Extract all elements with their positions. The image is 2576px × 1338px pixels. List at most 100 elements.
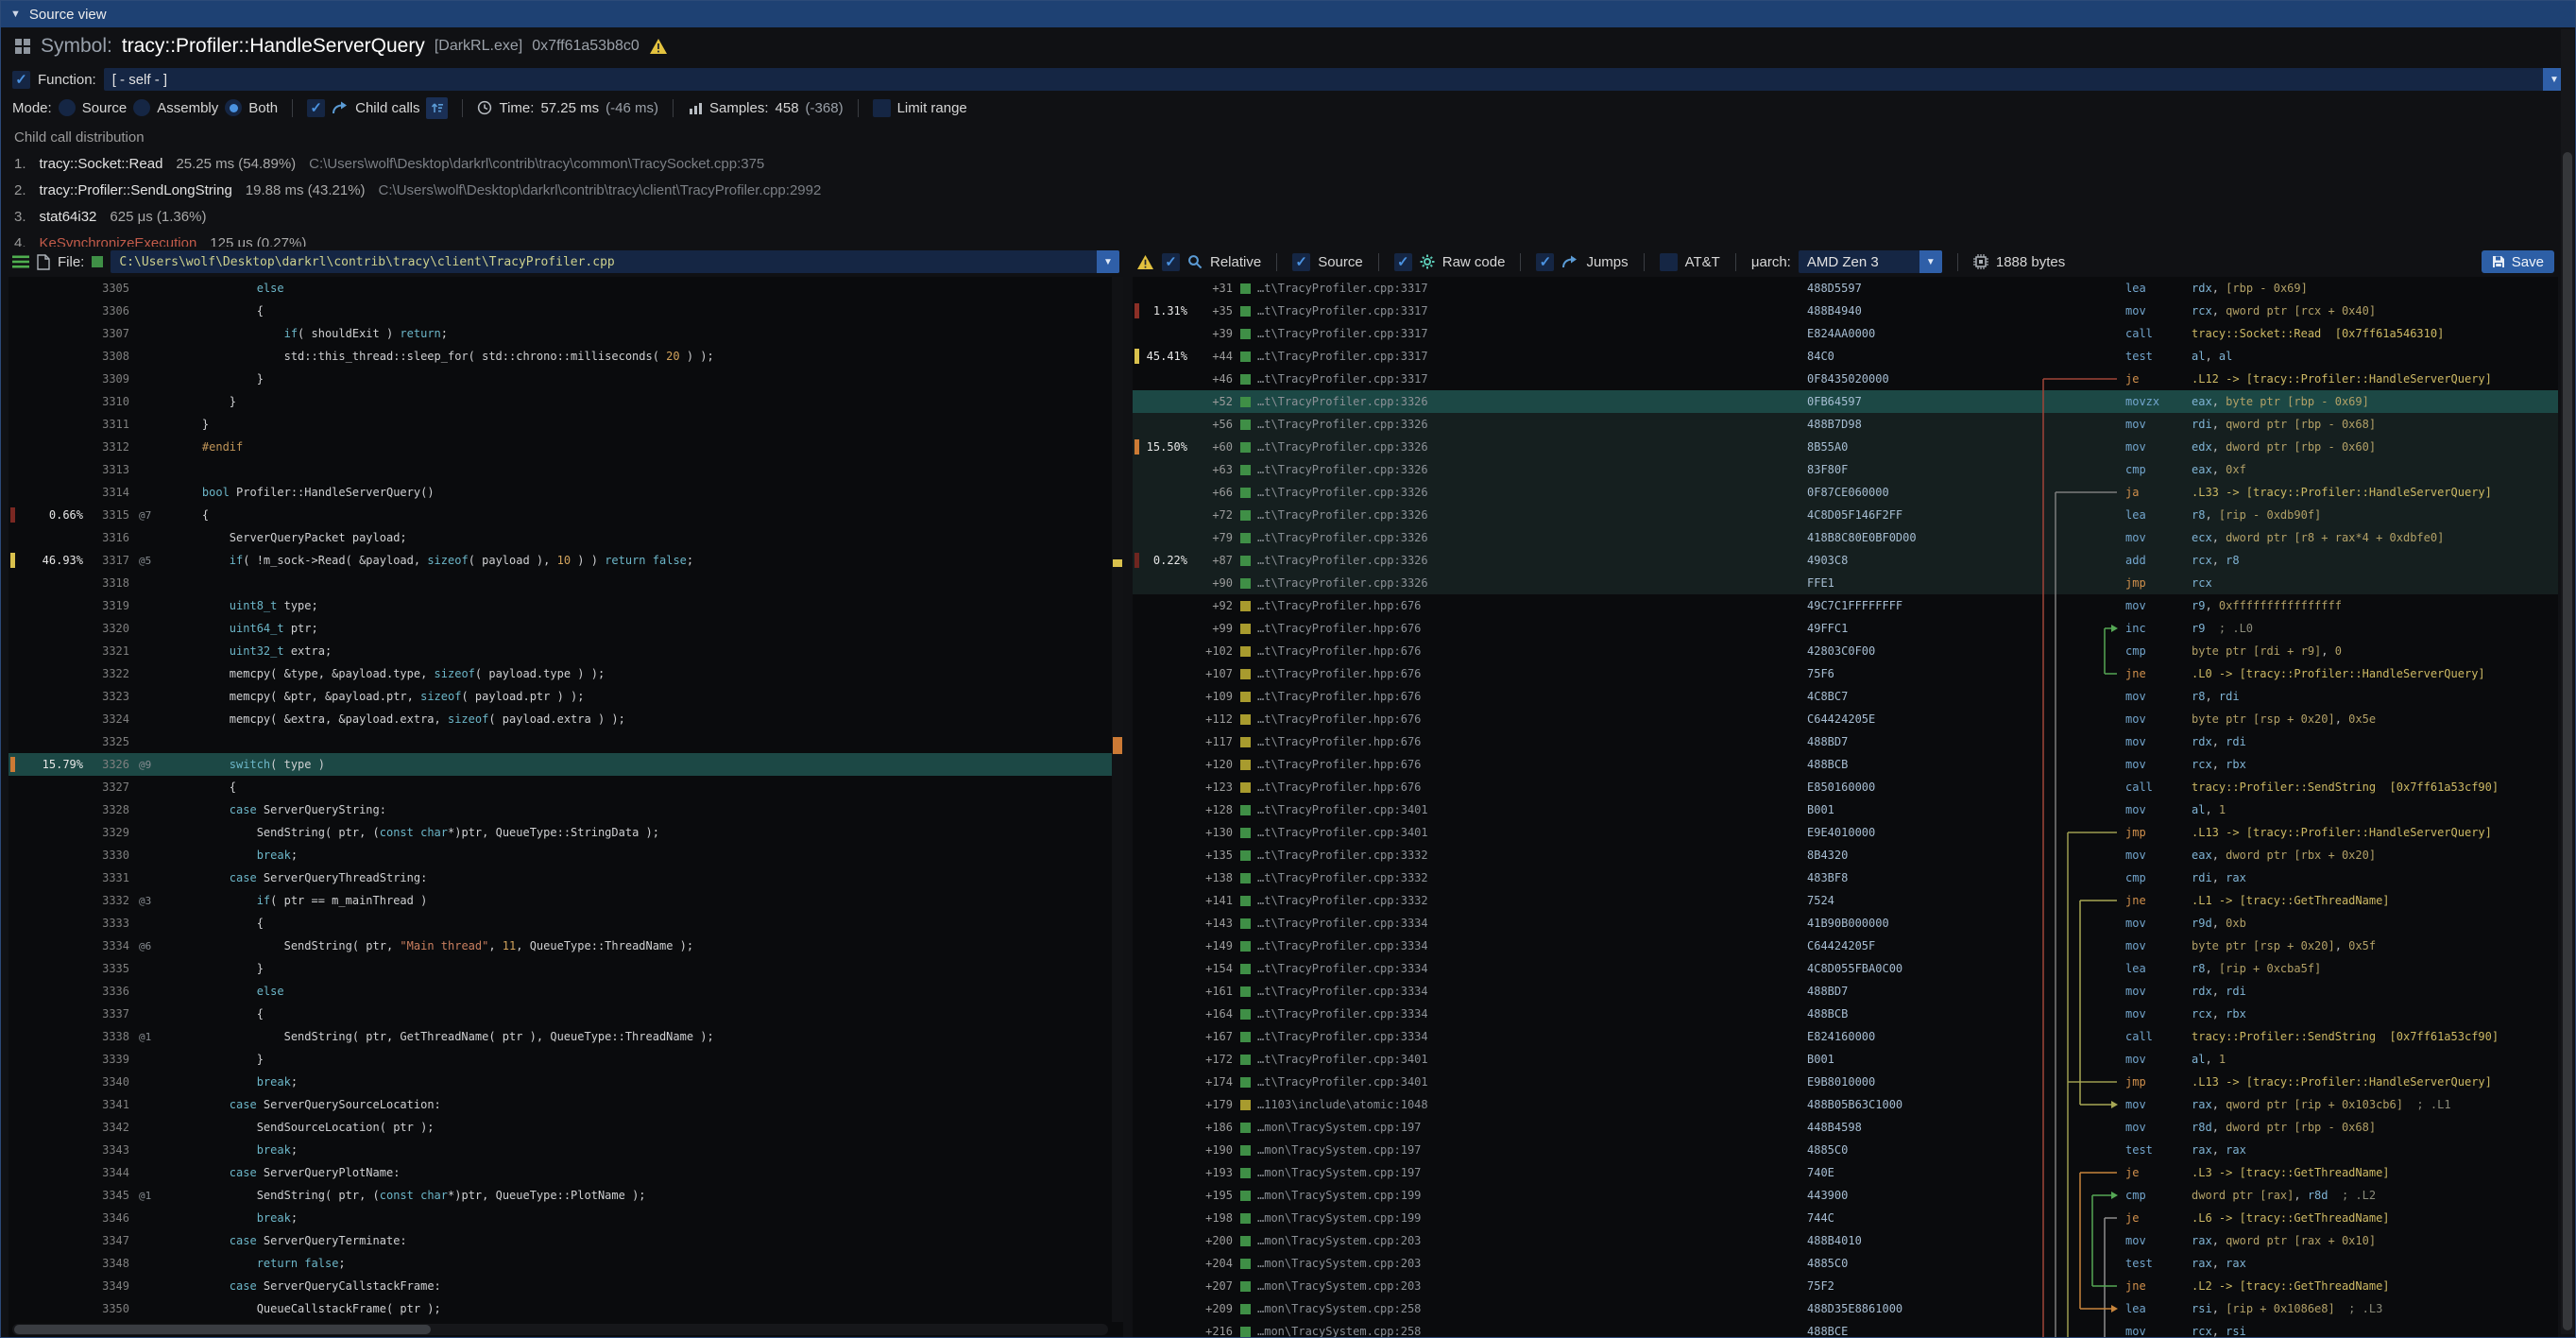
source-line[interactable]: 3347 case ServerQueryTerminate: xyxy=(9,1229,1123,1252)
jumps-checkbox[interactable] xyxy=(1536,253,1554,271)
source-line[interactable]: 3316 ServerQueryPacket payload; xyxy=(9,526,1123,549)
child-calls-checkbox[interactable] xyxy=(307,99,325,117)
source-line[interactable]: 15.79%3326@9 switch( type ) xyxy=(9,753,1123,776)
source-line[interactable]: 3306 { xyxy=(9,300,1123,322)
asm-row[interactable]: +186…mon\TracySystem.cpp:197448B4598movr… xyxy=(1133,1116,2558,1139)
asm-row[interactable]: 45.41%+44…t\TracyProfiler.cpp:331784C0te… xyxy=(1133,345,2558,368)
asm-row[interactable]: +46…t\TracyProfiler.cpp:33170F8435020000… xyxy=(1133,368,2558,390)
limit-range-checkbox[interactable] xyxy=(873,99,891,117)
asm-row[interactable]: +39…t\TracyProfiler.cpp:3317E824AA0000ca… xyxy=(1133,322,2558,345)
source-line[interactable]: 3312 #endif xyxy=(9,436,1123,458)
source-line[interactable]: 3328 case ServerQueryString: xyxy=(9,798,1123,821)
collapse-arrow-icon[interactable]: ▼ xyxy=(10,9,21,20)
file-combo[interactable]: C:\Users\wolf\Desktop\darkrl\contrib\tra… xyxy=(111,250,1119,273)
asm-row[interactable]: +167…t\TracyProfiler.cpp:3334E824160000c… xyxy=(1133,1025,2558,1048)
titlebar[interactable]: ▼ Source view xyxy=(1,1,2575,27)
asm-row[interactable]: +149…t\TracyProfiler.cpp:3334C64424205Fm… xyxy=(1133,935,2558,957)
asm-row[interactable]: +79…t\TracyProfiler.cpp:3326418B8C80E0BF… xyxy=(1133,526,2558,549)
asm-row[interactable]: +207…mon\TracySystem.cpp:20375F2jne.L2 -… xyxy=(1133,1275,2558,1297)
asm-row[interactable]: +72…t\TracyProfiler.cpp:33264C8D05F146F2… xyxy=(1133,504,2558,526)
asm-row[interactable]: +112…t\TracyProfiler.hpp:676C64424205Emo… xyxy=(1133,708,2558,730)
asm-row[interactable]: +141…t\TracyProfiler.cpp:33327524jne.L1 … xyxy=(1133,889,2558,912)
asm-row[interactable]: +90…t\TracyProfiler.cpp:3326FFE1jmprcx xyxy=(1133,572,2558,594)
source-line[interactable]: 3327 { xyxy=(9,776,1123,798)
source-line[interactable]: 3307 if( shouldExit ) return; xyxy=(9,322,1123,345)
source-line[interactable]: 3320 uint64_t ptr; xyxy=(9,617,1123,640)
source-line[interactable]: 3346 break; xyxy=(9,1207,1123,1229)
asm-row[interactable]: +143…t\TracyProfiler.cpp:333441B90B00000… xyxy=(1133,912,2558,935)
raw-code-checkbox[interactable] xyxy=(1394,253,1412,271)
asm-row[interactable]: +120…t\TracyProfiler.hpp:676488BCBmovrcx… xyxy=(1133,753,2558,776)
uarch-combo[interactable]: AMD Zen 3 ▼ xyxy=(1799,250,1942,273)
source-line[interactable]: 3342 SendSourceLocation( ptr ); xyxy=(9,1116,1123,1139)
radio-both[interactable] xyxy=(225,99,242,116)
source-line[interactable]: 3319 uint8_t type; xyxy=(9,594,1123,617)
asm-row[interactable]: +66…t\TracyProfiler.cpp:33260F87CE060000… xyxy=(1133,481,2558,504)
source-line[interactable]: 3333 { xyxy=(9,912,1123,935)
radio-source[interactable] xyxy=(59,99,76,116)
source-line[interactable]: 3321 uint32_t extra; xyxy=(9,640,1123,662)
source-line[interactable]: 3335 } xyxy=(9,957,1123,980)
asm-row[interactable]: +174…t\TracyProfiler.cpp:3401E9B8010000j… xyxy=(1133,1071,2558,1093)
source-line[interactable]: 3318 xyxy=(9,572,1123,594)
source-line[interactable]: 3339 } xyxy=(9,1048,1123,1071)
asm-row[interactable]: +179…1103\include\atomic:1048488B05B63C1… xyxy=(1133,1093,2558,1116)
asm-row[interactable]: +198…mon\TracySystem.cpp:199744Cje.L6 ->… xyxy=(1133,1207,2558,1229)
child-call-entry[interactable]: 4.KeSynchronizeExecution125 μs (0.27%) xyxy=(14,230,2562,247)
relative-checkbox[interactable] xyxy=(1162,253,1180,271)
warning-icon[interactable] xyxy=(1136,254,1154,270)
asm-row[interactable]: +123…t\TracyProfiler.hpp:676E850160000ca… xyxy=(1133,776,2558,798)
source-line[interactable]: 3308 std::this_thread::sleep_for( std::c… xyxy=(9,345,1123,368)
source-line[interactable]: 3348 return false; xyxy=(9,1252,1123,1275)
asm-row[interactable]: +200…mon\TracySystem.cpp:203488B4010movr… xyxy=(1133,1229,2558,1252)
child-calls-sort-button[interactable] xyxy=(426,97,448,119)
source-line[interactable]: 3345@1 SendString( ptr, (const char*)ptr… xyxy=(9,1184,1123,1207)
asm-row[interactable]: +52…t\TracyProfiler.cpp:33260FB64597movz… xyxy=(1133,390,2558,413)
asm-row[interactable]: +128…t\TracyProfiler.cpp:3401B001moval, … xyxy=(1133,798,2558,821)
source-line[interactable]: 3314 bool Profiler::HandleServerQuery() xyxy=(9,481,1123,504)
window-vertical-scrollbar[interactable] xyxy=(2561,29,2574,1334)
child-call-entry[interactable]: 2.tracy::Profiler::SendLongString19.88 m… xyxy=(14,177,2562,203)
asm-row[interactable]: +107…t\TracyProfiler.hpp:67675F6jne.L0 -… xyxy=(1133,662,2558,685)
source-line[interactable]: 3310 } xyxy=(9,390,1123,413)
chevron-down-icon[interactable]: ▼ xyxy=(1919,250,1942,273)
source-line[interactable]: 3343 break; xyxy=(9,1139,1123,1161)
source-line[interactable]: 3336 else xyxy=(9,980,1123,1003)
scrollbar-thumb[interactable] xyxy=(14,1325,431,1334)
source-line[interactable]: 3324 memcpy( &extra, &payload.extra, siz… xyxy=(9,708,1123,730)
child-call-entry[interactable]: 3.stat64i32625 μs (1.36%) xyxy=(14,203,2562,230)
asm-row[interactable]: +102…t\TracyProfiler.hpp:67642803C0F00cm… xyxy=(1133,640,2558,662)
asm-row[interactable]: +92…t\TracyProfiler.hpp:67649C7C1FFFFFFF… xyxy=(1133,594,2558,617)
source-line[interactable]: 3309 } xyxy=(9,368,1123,390)
radio-assembly[interactable] xyxy=(133,99,150,116)
asm-row[interactable]: +161…t\TracyProfiler.cpp:3334488BD7movrd… xyxy=(1133,980,2558,1003)
source-line[interactable]: 3325 xyxy=(9,730,1123,753)
source-line[interactable]: 3330 break; xyxy=(9,844,1123,866)
source-line[interactable]: 3331 case ServerQueryThreadString: xyxy=(9,866,1123,889)
asm-row[interactable]: +193…mon\TracySystem.cpp:197740Eje.L3 ->… xyxy=(1133,1161,2558,1184)
source-line[interactable]: 3334@6 SendString( ptr, "Main thread", 1… xyxy=(9,935,1123,957)
asm-row[interactable]: +172…t\TracyProfiler.cpp:3401B001moval, … xyxy=(1133,1048,2558,1071)
source-line[interactable]: 0.66%3315@7 { xyxy=(9,504,1123,526)
source-line[interactable]: 3313 xyxy=(9,458,1123,481)
chevron-down-icon[interactable]: ▼ xyxy=(1097,250,1119,273)
source-checkbox[interactable] xyxy=(1292,253,1310,271)
source-line[interactable]: 3323 memcpy( &ptr, &payload.ptr, sizeof(… xyxy=(9,685,1123,708)
asm-row[interactable]: +130…t\TracyProfiler.cpp:3401E9E4010000j… xyxy=(1133,821,2558,844)
source-line[interactable]: 3311 } xyxy=(9,413,1123,436)
att-checkbox[interactable] xyxy=(1660,253,1678,271)
asm-row[interactable]: +117…t\TracyProfiler.hpp:676488BD7movrdx… xyxy=(1133,730,2558,753)
asm-row[interactable]: 1.31%+35…t\TracyProfiler.cpp:3317488B494… xyxy=(1133,300,2558,322)
source-line[interactable]: 3344 case ServerQueryPlotName: xyxy=(9,1161,1123,1184)
asm-row[interactable]: +99…t\TracyProfiler.hpp:67649FFC1incr9 ;… xyxy=(1133,617,2558,640)
asm-row[interactable]: +195…mon\TracySystem.cpp:199443900cmpdwo… xyxy=(1133,1184,2558,1207)
child-call-entry[interactable]: 1.tracy::Socket::Read25.25 ms (54.89%)C:… xyxy=(14,150,2562,177)
function-checkbox[interactable] xyxy=(12,71,30,89)
source-line[interactable]: 3338@1 SendString( ptr, GetThreadName( p… xyxy=(9,1025,1123,1048)
source-line[interactable]: 3340 break; xyxy=(9,1071,1123,1093)
asm-row[interactable]: +138…t\TracyProfiler.cpp:3332483BF8cmprd… xyxy=(1133,866,2558,889)
asm-row[interactable]: +135…t\TracyProfiler.cpp:33328B4320movea… xyxy=(1133,844,2558,866)
save-button[interactable]: Save xyxy=(2482,250,2554,273)
asm-row[interactable]: +209…mon\TracySystem.cpp:258488D35E88610… xyxy=(1133,1297,2558,1320)
source-line[interactable]: 3341 case ServerQuerySourceLocation: xyxy=(9,1093,1123,1116)
